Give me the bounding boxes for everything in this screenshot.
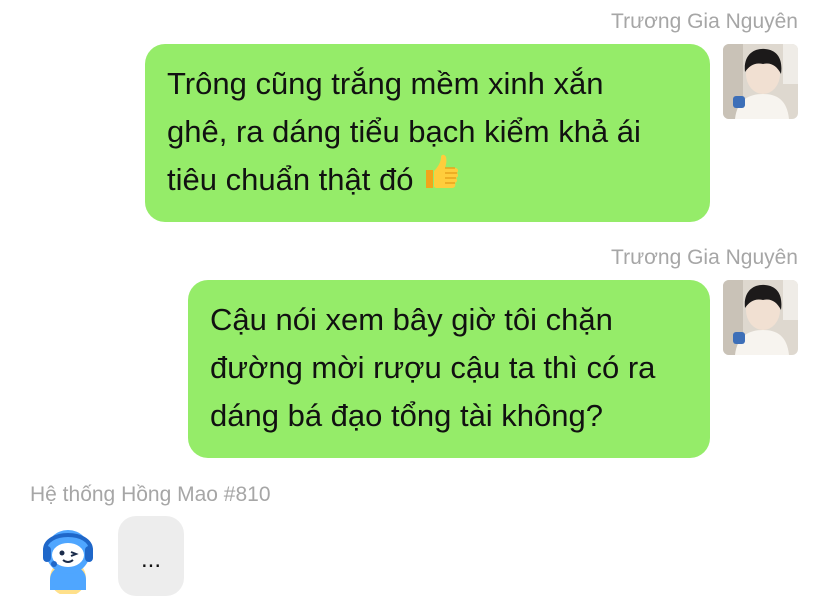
typing-indicator-text: ... xyxy=(140,546,161,573)
message-line: tiêu chuẩn thật đó xyxy=(167,162,414,197)
typing-indicator-bubble[interactable]: ... xyxy=(118,516,184,596)
message-line: Trông cũng trắng mềm xinh xắn xyxy=(167,66,604,101)
bot-avatar[interactable] xyxy=(30,518,106,594)
message-line: Cậu nói xem bây giờ tôi chặn xyxy=(210,302,613,337)
message-bubble-outgoing[interactable]: Cậu nói xem bây giờ tôi chặn đường mời r… xyxy=(188,280,710,458)
avatar[interactable] xyxy=(723,280,798,355)
message-line: dáng bá đạo tổng tài không? xyxy=(210,398,604,433)
sender-name: Hệ thống Hồng Mao #810 xyxy=(30,483,271,506)
sender-name: Trương Gia Nguyên xyxy=(611,246,798,269)
sender-name: Trương Gia Nguyên xyxy=(611,10,798,33)
thumbs-up-icon xyxy=(421,152,461,206)
message-line: ghê, ra dáng tiểu bạch kiểm khả ái xyxy=(167,114,641,149)
avatar[interactable] xyxy=(723,44,798,119)
message-line: đường mời rượu cậu ta thì có ra xyxy=(210,350,656,385)
message-bubble-outgoing[interactable]: Trông cũng trắng mềm xinh xắn ghê, ra dá… xyxy=(145,44,710,222)
